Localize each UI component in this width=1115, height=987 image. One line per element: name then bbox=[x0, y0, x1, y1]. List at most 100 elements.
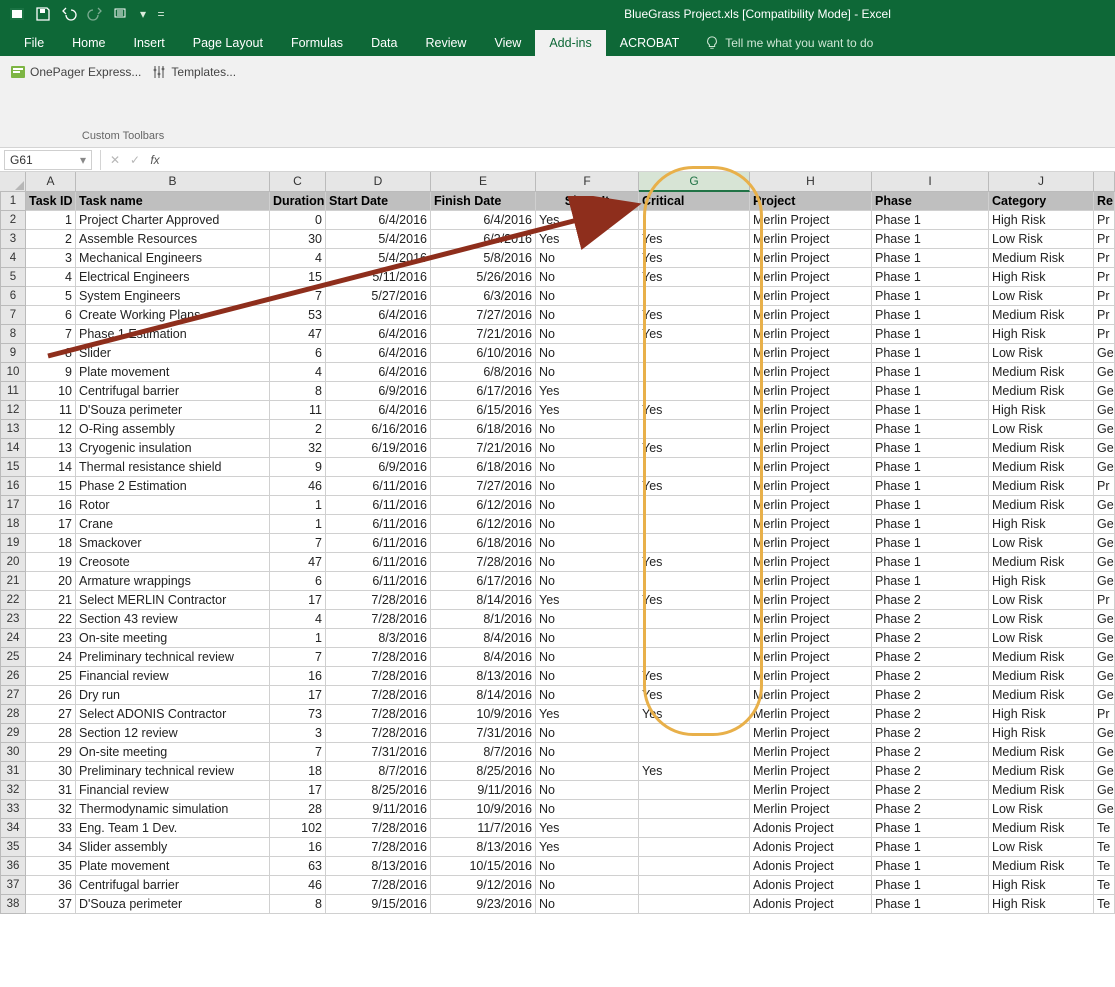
cell[interactable]: 17 bbox=[270, 686, 326, 705]
cell[interactable]: Merlin Project bbox=[750, 458, 872, 477]
cell[interactable]: 7/28/2016 bbox=[326, 648, 431, 667]
cell[interactable]: On-site meeting bbox=[76, 743, 270, 762]
cell[interactable] bbox=[639, 458, 750, 477]
cell[interactable]: Low Risk bbox=[989, 591, 1094, 610]
cell[interactable]: 30 bbox=[270, 230, 326, 249]
cell[interactable]: Yes bbox=[536, 382, 639, 401]
select-all-corner[interactable] bbox=[0, 172, 26, 192]
cell[interactable]: Medium Risk bbox=[989, 496, 1094, 515]
cell[interactable]: Phase 1 bbox=[872, 838, 989, 857]
cell[interactable]: Medium Risk bbox=[989, 363, 1094, 382]
cell[interactable]: Merlin Project bbox=[750, 306, 872, 325]
cell[interactable]: Thermodynamic simulation bbox=[76, 800, 270, 819]
row-header-31[interactable]: 31 bbox=[0, 762, 26, 781]
cell[interactable]: 4 bbox=[270, 249, 326, 268]
cell[interactable]: Centrifugal barrier bbox=[76, 382, 270, 401]
cell[interactable]: Medium Risk bbox=[989, 781, 1094, 800]
cell[interactable]: Yes bbox=[536, 838, 639, 857]
cell[interactable]: 16 bbox=[270, 838, 326, 857]
cell[interactable]: Merlin Project bbox=[750, 382, 872, 401]
row-header-16[interactable]: 16 bbox=[0, 477, 26, 496]
cell[interactable]: Merlin Project bbox=[750, 724, 872, 743]
cell[interactable]: Ge bbox=[1094, 363, 1115, 382]
cell[interactable]: Merlin Project bbox=[750, 344, 872, 363]
cell[interactable]: 37 bbox=[26, 895, 76, 914]
cell[interactable]: Merlin Project bbox=[750, 610, 872, 629]
row-header-4[interactable]: 4 bbox=[0, 249, 26, 268]
cell[interactable]: Yes bbox=[639, 325, 750, 344]
cell[interactable]: 46 bbox=[270, 477, 326, 496]
cell[interactable] bbox=[639, 876, 750, 895]
cell[interactable]: Merlin Project bbox=[750, 325, 872, 344]
cell[interactable]: 7/21/2016 bbox=[431, 439, 536, 458]
column-header-I[interactable]: I bbox=[872, 172, 989, 192]
cell[interactable]: Medium Risk bbox=[989, 648, 1094, 667]
cell[interactable]: Merlin Project bbox=[750, 705, 872, 724]
cell[interactable]: Preliminary technical review bbox=[76, 762, 270, 781]
cell[interactable]: High Risk bbox=[989, 876, 1094, 895]
cell[interactable]: Duration bbox=[270, 192, 326, 211]
cell[interactable]: 21 bbox=[26, 591, 76, 610]
cell[interactable]: Merlin Project bbox=[750, 800, 872, 819]
row-header-23[interactable]: 23 bbox=[0, 610, 26, 629]
cell[interactable]: 7/28/2016 bbox=[326, 610, 431, 629]
cell[interactable]: Phase 2 bbox=[872, 667, 989, 686]
cell[interactable]: No bbox=[536, 724, 639, 743]
cell[interactable]: 7/28/2016 bbox=[326, 876, 431, 895]
cell[interactable]: Adonis Project bbox=[750, 857, 872, 876]
cell[interactable]: Low Risk bbox=[989, 230, 1094, 249]
cell[interactable]: Low Risk bbox=[989, 287, 1094, 306]
cell[interactable]: Plate movement bbox=[76, 363, 270, 382]
cell[interactable]: Financial review bbox=[76, 781, 270, 800]
cell[interactable]: 3 bbox=[26, 249, 76, 268]
row-header-20[interactable]: 20 bbox=[0, 553, 26, 572]
cell[interactable]: Yes bbox=[639, 401, 750, 420]
chevron-down-icon[interactable]: ▾ bbox=[80, 153, 86, 167]
cell[interactable]: 4 bbox=[270, 363, 326, 382]
cell[interactable]: No bbox=[536, 287, 639, 306]
cell[interactable]: Merlin Project bbox=[750, 629, 872, 648]
cell[interactable]: 9 bbox=[26, 363, 76, 382]
cell[interactable]: 6 bbox=[270, 572, 326, 591]
cell[interactable]: Merlin Project bbox=[750, 591, 872, 610]
cell[interactable]: 19 bbox=[26, 553, 76, 572]
cell[interactable]: Centrifugal barrier bbox=[76, 876, 270, 895]
cell[interactable]: Start Date bbox=[326, 192, 431, 211]
cell[interactable]: Low Risk bbox=[989, 838, 1094, 857]
cell[interactable]: Yes bbox=[536, 211, 639, 230]
cell[interactable]: No bbox=[536, 268, 639, 287]
row-header-8[interactable]: 8 bbox=[0, 325, 26, 344]
cell[interactable]: 6/4/2016 bbox=[326, 306, 431, 325]
cell[interactable] bbox=[639, 572, 750, 591]
cell[interactable]: Ge bbox=[1094, 344, 1115, 363]
cell[interactable]: 53 bbox=[270, 306, 326, 325]
cell[interactable]: 6/8/2016 bbox=[431, 363, 536, 382]
tab-insert[interactable]: Insert bbox=[120, 30, 179, 56]
cell[interactable]: Ge bbox=[1094, 610, 1115, 629]
formula-enter-icon[interactable]: ✓ bbox=[125, 153, 145, 167]
row-header-2[interactable]: 2 bbox=[0, 211, 26, 230]
cell[interactable]: 7 bbox=[270, 743, 326, 762]
row-header-17[interactable]: 17 bbox=[0, 496, 26, 515]
cell[interactable] bbox=[639, 895, 750, 914]
formula-input[interactable] bbox=[165, 150, 1115, 170]
cell[interactable]: 0 bbox=[270, 211, 326, 230]
cell[interactable]: Yes bbox=[536, 705, 639, 724]
cell[interactable]: Ge bbox=[1094, 534, 1115, 553]
cell[interactable]: 7/31/2016 bbox=[431, 724, 536, 743]
cell[interactable]: 8/1/2016 bbox=[431, 610, 536, 629]
cell[interactable]: 8/7/2016 bbox=[431, 743, 536, 762]
cell[interactable]: Financial review bbox=[76, 667, 270, 686]
name-box[interactable]: G61 ▾ bbox=[4, 150, 92, 170]
cell[interactable]: Merlin Project bbox=[750, 743, 872, 762]
column-header-H[interactable]: H bbox=[750, 172, 872, 192]
cell[interactable]: Ge bbox=[1094, 439, 1115, 458]
row-header-37[interactable]: 37 bbox=[0, 876, 26, 895]
cell[interactable]: 5/8/2016 bbox=[431, 249, 536, 268]
cell[interactable]: 25 bbox=[26, 667, 76, 686]
cell[interactable]: 5/4/2016 bbox=[326, 249, 431, 268]
cell[interactable]: 9/11/2016 bbox=[431, 781, 536, 800]
cell[interactable]: 7/28/2016 bbox=[326, 838, 431, 857]
cell[interactable]: 5/4/2016 bbox=[326, 230, 431, 249]
cell[interactable]: 17 bbox=[26, 515, 76, 534]
